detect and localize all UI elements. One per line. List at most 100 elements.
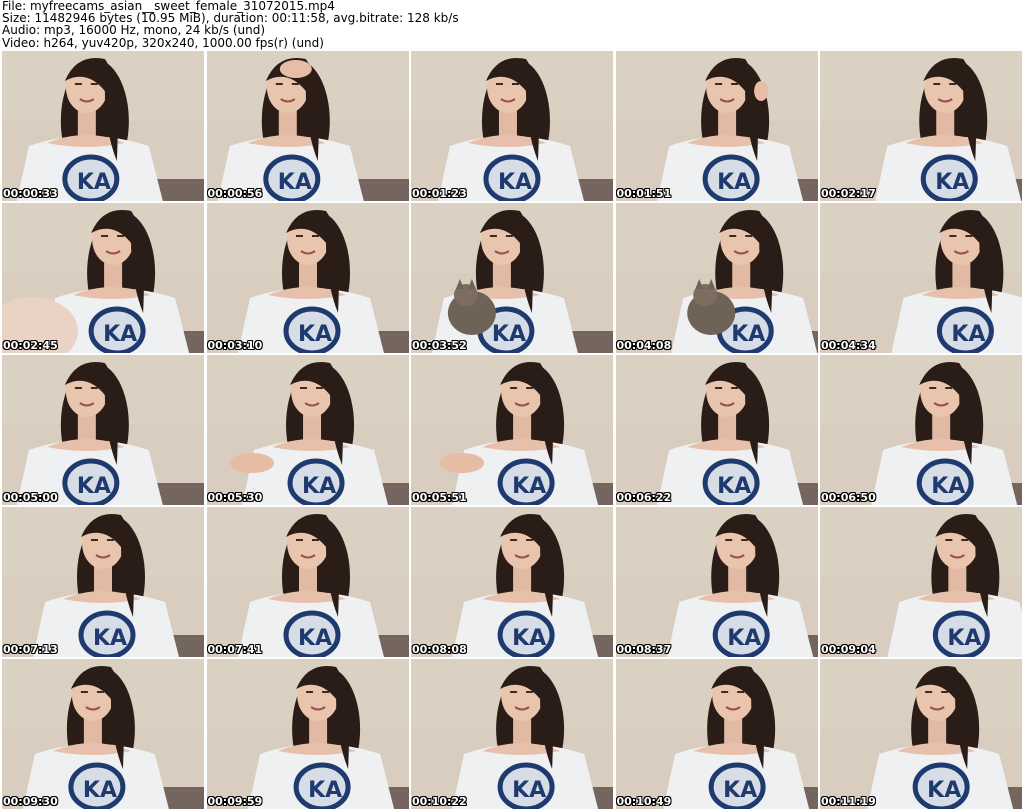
thumbnail-frame-image: KA bbox=[820, 203, 1022, 353]
thumbnail-frame-image: KA bbox=[411, 51, 613, 201]
timestamp-label: 00:06:50 bbox=[821, 491, 876, 504]
svg-text:KA: KA bbox=[83, 778, 117, 803]
video-thumbnail: KA 00:05:00 bbox=[2, 355, 204, 505]
timestamp-label: 00:07:13 bbox=[3, 643, 58, 656]
svg-text:KA: KA bbox=[277, 170, 311, 195]
timestamp-label: 00:00:56 bbox=[207, 187, 263, 200]
thumbnail-frame-image: KA bbox=[820, 51, 1022, 201]
svg-text:KA: KA bbox=[951, 322, 985, 347]
svg-text:KA: KA bbox=[512, 778, 546, 803]
timestamp-label: 00:10:49 bbox=[616, 795, 672, 808]
timestamp-label: 00:08:37 bbox=[616, 643, 672, 656]
video-thumbnail: KA 00:01:23 bbox=[411, 51, 613, 201]
svg-text:KA: KA bbox=[717, 474, 751, 499]
timestamp-label: 00:04:34 bbox=[821, 339, 876, 352]
timestamp-label: 00:01:23 bbox=[412, 187, 467, 200]
svg-text:KA: KA bbox=[498, 170, 532, 195]
timestamp-label: 00:02:17 bbox=[821, 187, 876, 200]
video-thumbnail: KA 00:03:52 bbox=[411, 203, 613, 353]
audio-info-line: Audio: mp3, 16000 Hz, mono, 24 kb/s (und… bbox=[2, 23, 266, 38]
thumbnail-frame-image: KA bbox=[615, 659, 818, 809]
svg-text:KA: KA bbox=[727, 626, 761, 651]
thumbnail-frame-image: KA bbox=[615, 355, 818, 505]
svg-text:KA: KA bbox=[935, 170, 969, 195]
thumbnail-frame-image: KA bbox=[206, 203, 409, 353]
thumbnail-frame-image: KA bbox=[206, 507, 409, 657]
svg-text:KA: KA bbox=[931, 474, 965, 499]
video-thumbnail: KA 00:08:37 bbox=[615, 507, 818, 657]
video-thumbnail: KA 00:05:51 bbox=[411, 355, 613, 505]
thumbnail-frame-image: KA bbox=[615, 51, 818, 201]
thumbnail-frame-image: KA bbox=[820, 507, 1022, 657]
video-thumbnail: KA 00:00:33 bbox=[2, 51, 204, 201]
video-thumbnail: KA 00:00:56 bbox=[206, 51, 409, 201]
video-thumbnail: KA 00:02:45 bbox=[2, 203, 204, 353]
timestamp-label: 00:10:22 bbox=[412, 795, 467, 808]
video-thumbnail: KA 00:07:13 bbox=[2, 507, 204, 657]
video-thumbnail: KA 00:11:19 bbox=[820, 659, 1022, 809]
thumbnail-frame-image: KA bbox=[411, 203, 613, 353]
timestamp-label: 00:09:59 bbox=[207, 795, 263, 808]
thumbnail-frame-image: KA bbox=[206, 51, 409, 201]
thumbnail-frame-image: KA bbox=[615, 203, 818, 353]
thumbnail-grid: KA 00:00:33 KA 00:00:56 KA 00:01:23 KA 00:01:51… bbox=[2, 51, 1022, 809]
video-thumbnail: KA 00:03:10 bbox=[206, 203, 409, 353]
svg-text:KA: KA bbox=[103, 322, 137, 347]
timestamp-label: 00:00:33 bbox=[3, 187, 58, 200]
thumbnail-frame-image: KA bbox=[820, 355, 1022, 505]
timestamp-label: 00:05:00 bbox=[3, 491, 58, 504]
timestamp-label: 00:05:30 bbox=[207, 491, 263, 504]
timestamp-label: 00:05:51 bbox=[412, 491, 467, 504]
video-thumbnail: KA 00:10:49 bbox=[615, 659, 818, 809]
thumbnail-frame-image: KA bbox=[411, 507, 613, 657]
svg-text:KA: KA bbox=[512, 626, 546, 651]
video-thumbnail: KA 00:09:30 bbox=[2, 659, 204, 809]
thumbnail-frame-image: KA bbox=[2, 355, 204, 505]
svg-text:KA: KA bbox=[302, 474, 336, 499]
thumbnail-frame-image: KA bbox=[2, 51, 204, 201]
thumbnail-frame-image: KA bbox=[206, 659, 409, 809]
svg-text:KA: KA bbox=[298, 626, 332, 651]
video-info-line: Video: h264, yuv420p, 320x240, 1000.00 f… bbox=[2, 35, 324, 50]
svg-text:KA: KA bbox=[492, 322, 526, 347]
timestamp-label: 00:01:51 bbox=[616, 187, 672, 200]
thumbnail-frame-image: KA bbox=[411, 659, 613, 809]
video-thumbnail: KA 00:02:17 bbox=[820, 51, 1022, 201]
timestamp-label: 00:04:08 bbox=[616, 339, 672, 352]
video-thumbnail: KA 00:10:22 bbox=[411, 659, 613, 809]
video-thumbnail: KA 00:05:30 bbox=[206, 355, 409, 505]
thumbnail-frame-image: KA bbox=[206, 355, 409, 505]
timestamp-label: 00:09:30 bbox=[3, 795, 58, 808]
svg-text:KA: KA bbox=[308, 778, 342, 803]
file-info-header: File: myfreecams_asian__sweet_female_310… bbox=[2, 0, 1020, 50]
timestamp-label: 00:11:19 bbox=[821, 795, 876, 808]
svg-text:KA: KA bbox=[723, 778, 757, 803]
video-thumbnail: KA 00:09:59 bbox=[206, 659, 409, 809]
video-thumbnail: KA 00:04:34 bbox=[820, 203, 1022, 353]
svg-text:KA: KA bbox=[731, 322, 765, 347]
video-thumbnail: KA 00:06:50 bbox=[820, 355, 1022, 505]
svg-text:KA: KA bbox=[927, 778, 961, 803]
thumbnail-frame-image: KA bbox=[2, 659, 204, 809]
svg-text:KA: KA bbox=[947, 626, 981, 651]
timestamp-label: 00:07:41 bbox=[207, 643, 263, 656]
svg-text:KA: KA bbox=[93, 626, 127, 651]
video-thumbnail: KA 00:04:08 bbox=[615, 203, 818, 353]
timestamp-label: 00:03:10 bbox=[207, 339, 263, 352]
timestamp-label: 00:06:22 bbox=[616, 491, 672, 504]
svg-text:KA: KA bbox=[512, 474, 546, 499]
thumbnail-frame-image: KA bbox=[411, 355, 613, 505]
svg-text:KA: KA bbox=[717, 170, 751, 195]
video-thumbnail: KA 00:06:22 bbox=[615, 355, 818, 505]
svg-text:KA: KA bbox=[298, 322, 332, 347]
video-thumbnail: KA 00:01:51 bbox=[615, 51, 818, 201]
svg-text:KA: KA bbox=[77, 170, 111, 195]
timestamp-label: 00:09:04 bbox=[821, 643, 876, 656]
timestamp-label: 00:02:45 bbox=[3, 339, 58, 352]
timestamp-label: 00:03:52 bbox=[412, 339, 467, 352]
thumbnail-frame-image: KA bbox=[615, 507, 818, 657]
svg-text:KA: KA bbox=[77, 474, 111, 499]
thumbnail-frame-image: KA bbox=[2, 203, 204, 353]
video-thumbnail: KA 00:08:08 bbox=[411, 507, 613, 657]
video-thumbnail: KA 00:07:41 bbox=[206, 507, 409, 657]
